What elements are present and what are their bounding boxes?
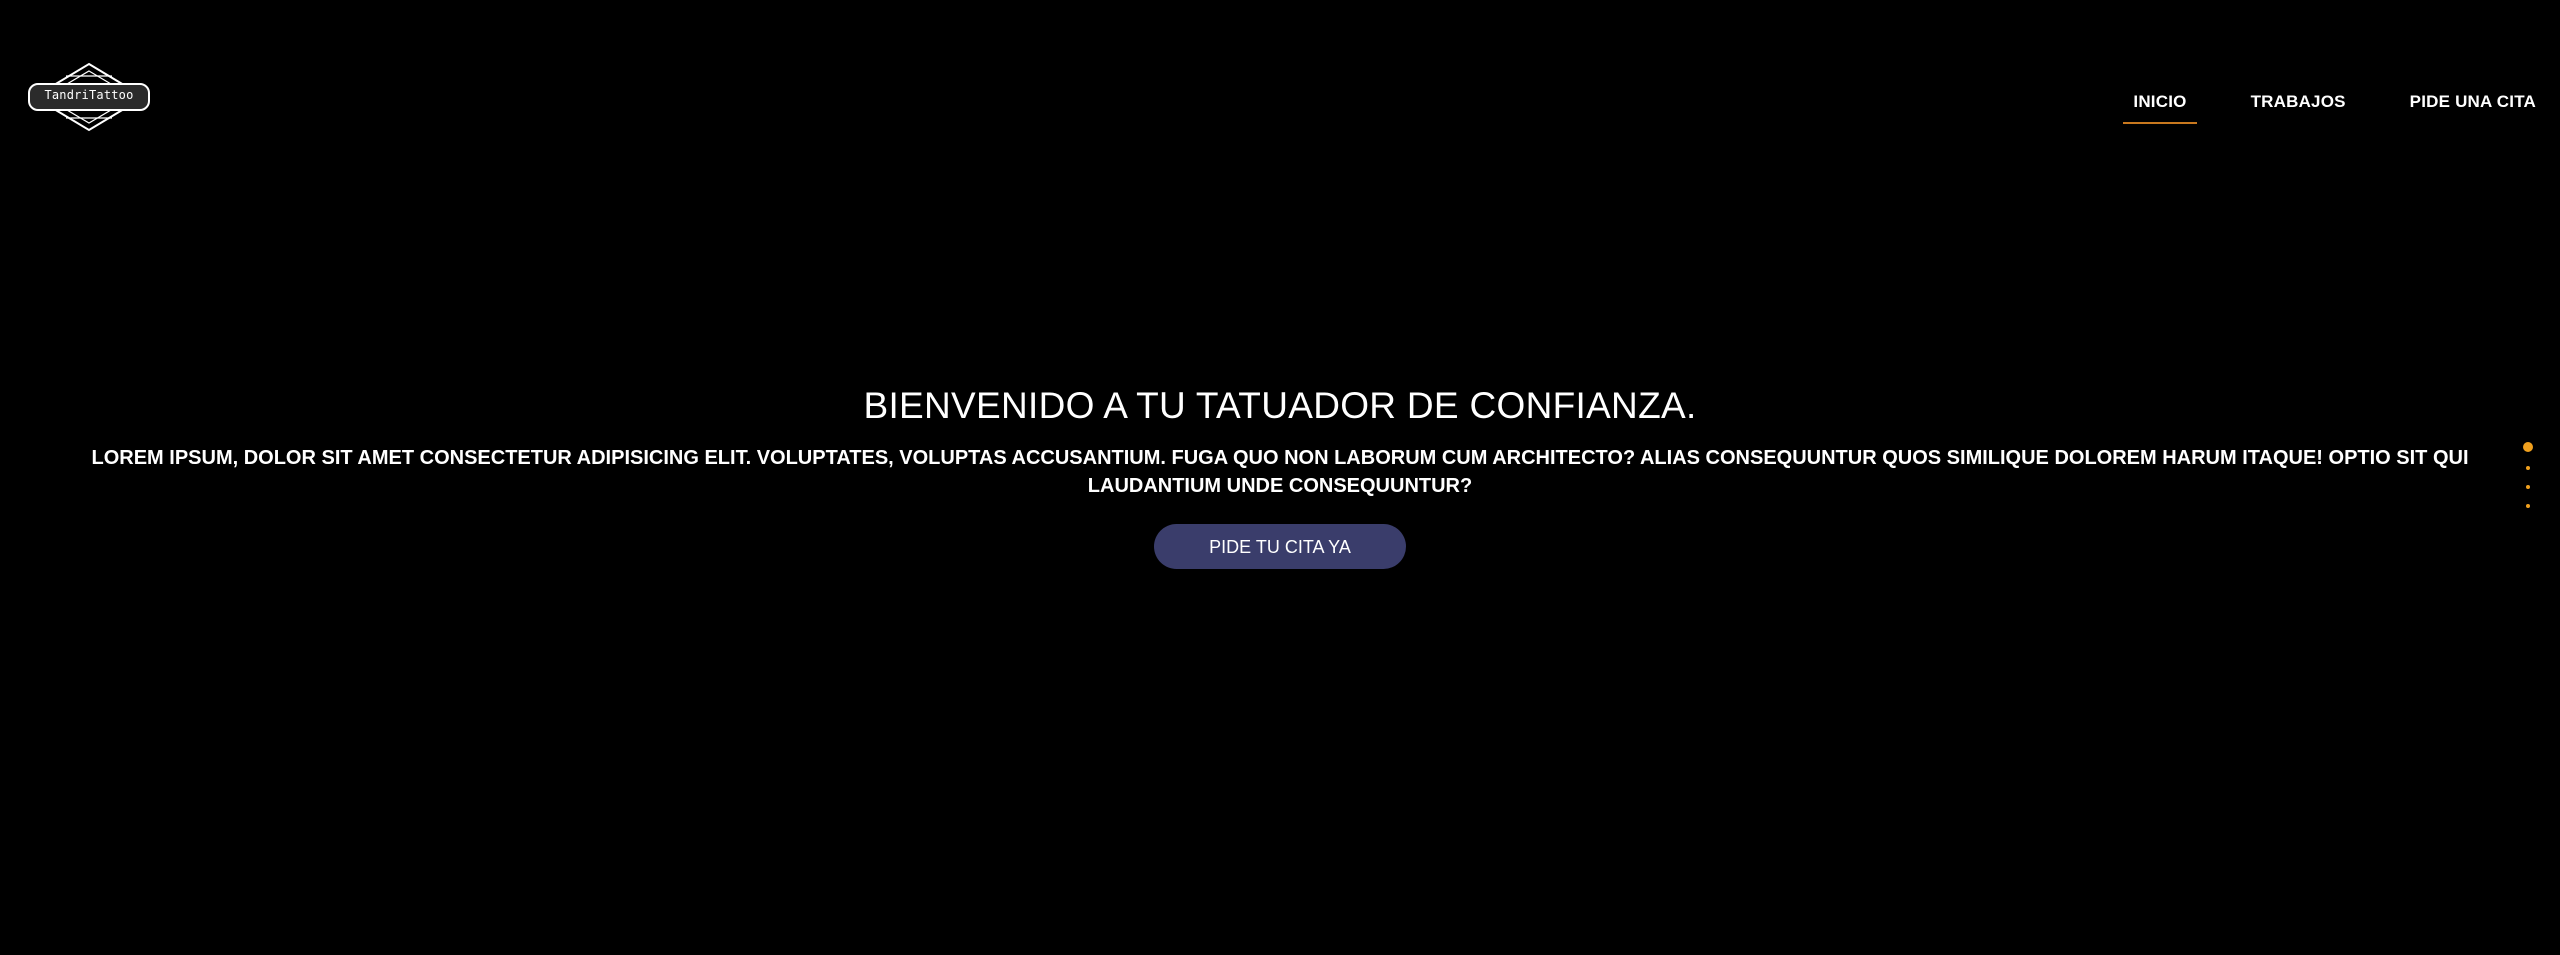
hero-section: BIENVENIDO A TU TATUADOR DE CONFIANZA. L…: [0, 380, 2560, 569]
nav-item-trabajos[interactable]: TRABAJOS: [2241, 88, 2356, 116]
nav-item-pide-una-cita[interactable]: PIDE UNA CITA: [2400, 88, 2546, 116]
slide-dot-3[interactable]: [2526, 485, 2530, 489]
site-header: TandriTattoo INICIO TRABAJOS PIDE UNA CI…: [0, 0, 2560, 196]
hero-title: BIENVENIDO A TU TATUADOR DE CONFIANZA.: [863, 385, 1697, 426]
hero-description: LOREM IPSUM, DOLOR SIT AMET CONSECTETUR …: [91, 447, 2469, 497]
logo[interactable]: TandriTattoo: [26, 62, 152, 132]
main-nav: INICIO TRABAJOS PIDE UNA CITA: [2079, 84, 2546, 124]
logo-text: TandriTattoo: [44, 88, 134, 102]
slide-indicator: [2520, 440, 2536, 512]
slide-dot-1[interactable]: [2523, 442, 2533, 452]
slide-dot-2[interactable]: [2526, 466, 2530, 470]
nav-item-inicio[interactable]: INICIO: [2123, 88, 2197, 124]
cta-button[interactable]: PIDE TU CITA YA: [1154, 524, 1406, 569]
slide-dot-4[interactable]: [2526, 504, 2530, 508]
